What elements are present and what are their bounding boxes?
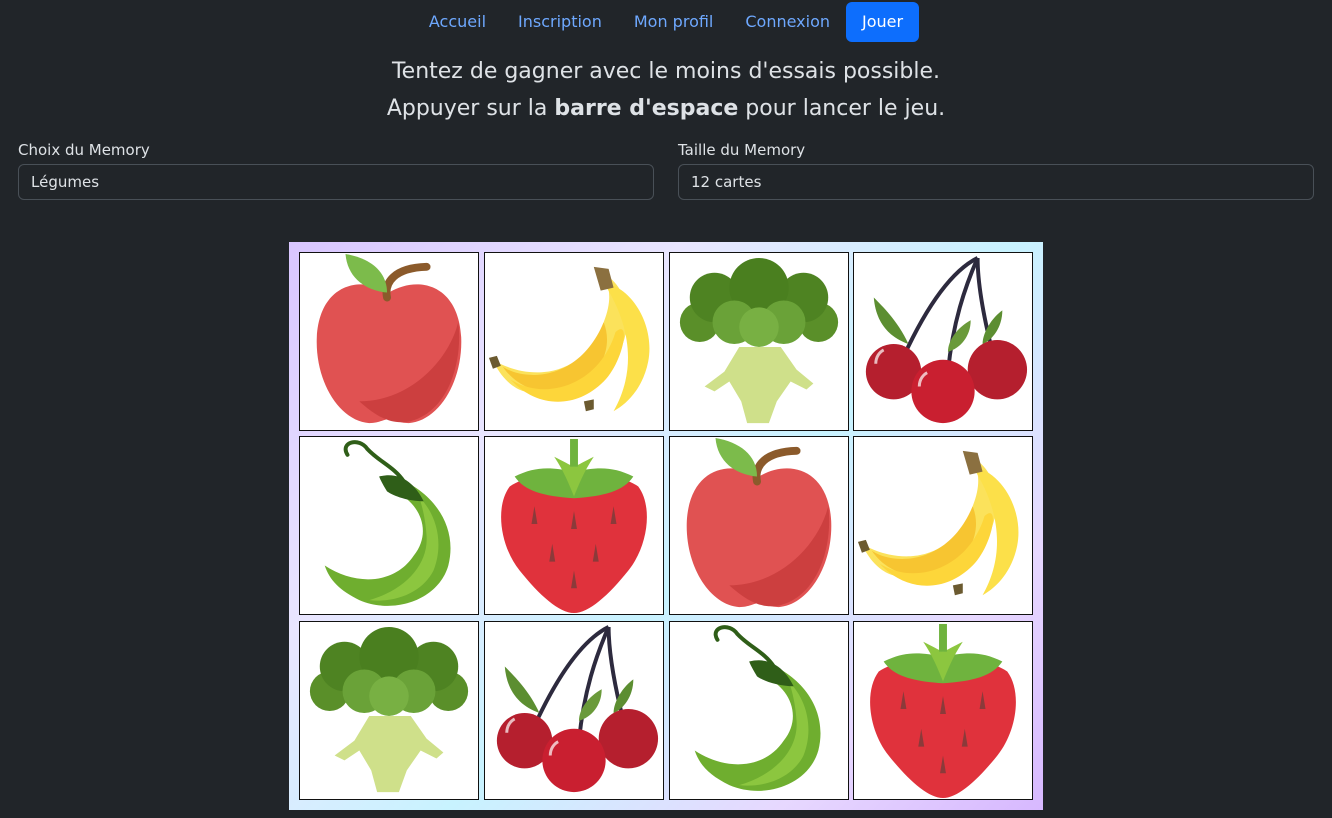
nav-jouer[interactable]: Jouer — [846, 2, 920, 42]
memory-card[interactable] — [853, 252, 1033, 431]
broccoli-icon — [309, 626, 469, 793]
memory-card[interactable] — [299, 436, 479, 615]
memory-choice-select[interactable]: Légumes — [18, 164, 654, 200]
memory-board — [289, 242, 1043, 810]
memory-card[interactable] — [669, 436, 849, 615]
apple-icon — [316, 253, 462, 424]
nav-accueil[interactable]: Accueil — [413, 2, 502, 42]
instruction-line-1: Tentez de gagner avec le moins d'essais … — [391, 59, 941, 84]
nav-mon-profil[interactable]: Mon profil — [618, 2, 730, 42]
memory-card[interactable] — [299, 621, 479, 800]
strawberry-icon — [501, 438, 647, 614]
instruction-key: barre d'espace — [554, 96, 739, 121]
nav-inscription[interactable]: Inscription — [502, 2, 618, 42]
memory-card[interactable] — [484, 252, 664, 431]
memory-card[interactable] — [853, 621, 1033, 800]
memory-size-label: Taille du Memory — [678, 141, 806, 159]
instruction-prefix: Appuyer sur la — [386, 96, 555, 121]
memory-choice-label: Choix du Memory — [18, 141, 150, 159]
memory-size-select[interactable]: 12 cartes — [678, 164, 1314, 200]
banana-icon — [857, 450, 1019, 596]
memory-card[interactable] — [299, 252, 479, 431]
main-nav: Accueil Inscription Mon profil Connexion… — [0, 2, 1332, 42]
memory-card[interactable] — [484, 621, 664, 800]
memory-card[interactable] — [484, 436, 664, 615]
instruction-suffix: pour lancer le jeu. — [738, 96, 946, 121]
cherry-icon — [496, 625, 659, 793]
broccoli-icon — [679, 257, 839, 424]
chili-pepper-icon — [324, 440, 451, 606]
memory-card[interactable] — [669, 252, 849, 431]
nav-connexion[interactable]: Connexion — [729, 2, 846, 42]
apple-icon — [686, 437, 832, 608]
instruction-line-2: Appuyer sur la barre d'espace pour lance… — [0, 95, 1332, 123]
banana-icon — [488, 266, 650, 412]
chili-pepper-icon — [694, 625, 821, 791]
memory-card[interactable] — [669, 621, 849, 800]
memory-card[interactable] — [853, 436, 1033, 615]
strawberry-icon — [870, 623, 1016, 799]
cherry-icon — [865, 256, 1028, 424]
